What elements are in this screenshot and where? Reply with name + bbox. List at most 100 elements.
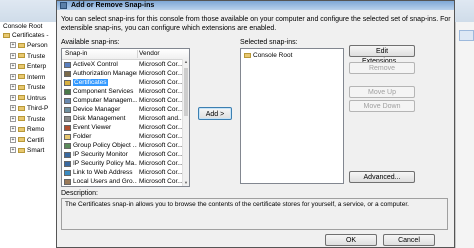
available-snapins-label: Available snap-ins: (61, 39, 120, 46)
ok-button[interactable]: OK (325, 234, 377, 246)
tree-item[interactable]: + Remo (0, 125, 58, 135)
security-policy-icon (64, 161, 71, 167)
move-up-button[interactable]: Move Up (349, 86, 415, 98)
activex-icon (64, 62, 71, 68)
edit-extensions-button[interactable]: Edit Extensions... (349, 45, 415, 65)
snapin-name-text: IP Security Policy Ma... (73, 160, 137, 167)
folder-icon (18, 53, 25, 59)
snapin-name-text: Computer Managem... (73, 97, 137, 104)
console-tree[interactable]: Certificates - + Person + Truste + Enterp + Int… (0, 31, 58, 248)
actions-selected-item[interactable] (459, 30, 474, 41)
users-icon (64, 179, 71, 185)
expand-icon[interactable]: + (10, 126, 16, 133)
expand-icon[interactable]: + (10, 115, 16, 122)
folder-icon (244, 52, 251, 58)
folder-icon (18, 95, 25, 101)
list-scrollbar[interactable]: ▲ ▼ (182, 59, 189, 186)
folder-icon (18, 147, 25, 153)
expand-icon[interactable]: + (10, 63, 16, 70)
scroll-thumb[interactable] (184, 68, 188, 116)
console-root-header[interactable]: Console Root (0, 22, 58, 31)
tree-item[interactable]: + Truste (0, 52, 58, 62)
tree-item-label: Truste (27, 115, 46, 123)
snapin-name-text: Component Services (73, 88, 134, 95)
authorization-icon (64, 71, 71, 77)
scroll-down-icon[interactable]: ▼ (183, 180, 189, 186)
snapin-name-text: Group Policy Object ... (73, 142, 137, 149)
snapin-name-text: Link to Web Address (73, 169, 133, 176)
scroll-up-icon[interactable]: ▲ (183, 59, 189, 65)
snapin-name-text: IP Security Monitor (73, 151, 128, 158)
tree-item-label: Enterp (27, 63, 47, 70)
snapin-name-text: Event Viewer (73, 124, 112, 131)
actions-pane (455, 22, 474, 248)
folder-icon (18, 105, 25, 111)
tree-item-label: Untrus (27, 94, 47, 102)
folder-icon (18, 74, 25, 80)
snapin-name-text: Authorization Manager (73, 70, 137, 77)
folder-icon (3, 32, 10, 38)
dialog-title: Add or Remove Snap-ins (71, 2, 155, 9)
tree-item-label: Smart (27, 147, 45, 154)
expand-icon[interactable]: + (10, 42, 16, 49)
description-text: The Certificates snap-in allows you to b… (65, 201, 409, 208)
available-snapins-list[interactable]: Snap-in Vendor ActiveX Control Microsoft … (61, 48, 190, 187)
tree-item-label: Interm (27, 73, 46, 81)
dialog-titlebar[interactable]: Add or Remove Snap-ins (57, 1, 454, 10)
folder-icon (18, 63, 25, 69)
tree-item[interactable]: + Smart (0, 146, 58, 156)
tree-item[interactable]: + Third-P (0, 104, 58, 114)
tree-item[interactable]: + Untrus (0, 94, 58, 104)
expand-icon[interactable]: + (10, 52, 16, 59)
tree-root-certificates[interactable]: Certificates - (0, 31, 58, 41)
tree-item[interactable]: + Interm (0, 73, 58, 83)
tree-item[interactable]: + Truste (0, 83, 58, 93)
snapin-name-text: Disk Management (73, 115, 126, 122)
selected-item-label: Console Root (253, 52, 293, 59)
mmc-icon (60, 2, 67, 9)
snapin-name-text: Local Users and Gro... (73, 178, 137, 185)
tree-item-label: Person (27, 42, 48, 49)
security-icon (64, 152, 71, 158)
move-down-button[interactable]: Move Down (349, 100, 415, 112)
add-remove-snapins-dialog: Add or Remove Snap-ins You can select sn… (56, 0, 455, 248)
expand-icon[interactable]: + (10, 73, 16, 80)
column-header-vendor[interactable]: Vendor (139, 49, 160, 59)
expand-icon[interactable]: + (10, 136, 16, 143)
folder-icon (18, 84, 25, 90)
selected-snapins-list[interactable]: Console Root (240, 48, 344, 184)
tree-item-label: Certifi (27, 136, 44, 144)
tree-item-label: Third-P (27, 105, 49, 112)
snapin-name-text: Device Manager (73, 106, 121, 113)
expand-icon[interactable]: + (10, 105, 16, 112)
folder-icon (18, 116, 25, 122)
folder-icon (18, 137, 25, 143)
snapin-row[interactable]: Local Users and Gro... Microsoft Cor... (62, 177, 183, 186)
description-label: Description: (61, 190, 98, 197)
selected-snapins-label: Selected snap-ins: (240, 39, 298, 46)
expand-icon[interactable]: + (10, 147, 16, 154)
disk-icon (64, 116, 71, 122)
advanced-button[interactable]: Advanced... (349, 171, 415, 183)
tree-item[interactable]: + Certifi (0, 136, 58, 146)
snapin-name: Local Users and Gro... (73, 177, 137, 186)
expand-icon[interactable]: + (10, 94, 16, 101)
tree-item-label: Truste (27, 84, 46, 91)
snapin-name-text: Certificates (73, 79, 108, 86)
computer-icon (64, 98, 71, 104)
certificate-icon (64, 80, 71, 86)
tree-item[interactable]: + Person (0, 41, 58, 51)
expand-icon[interactable]: + (10, 84, 16, 91)
column-header-snapin[interactable]: Snap-in (65, 49, 87, 59)
column-divider[interactable] (137, 50, 138, 58)
web-link-icon (64, 170, 71, 176)
folder-icon (18, 42, 25, 48)
dialog-intro-text: You can select snap-ins for this console… (61, 16, 451, 32)
tree-item[interactable]: + Truste (0, 115, 58, 125)
add-button[interactable]: Add > (198, 107, 232, 120)
tree-item[interactable]: + Enterp (0, 62, 58, 72)
list-header: Snap-in Vendor (62, 49, 189, 60)
cancel-button[interactable]: Cancel (383, 234, 435, 246)
remove-button[interactable]: Remove (349, 62, 415, 74)
selected-item-console-root[interactable]: Console Root (244, 51, 292, 60)
